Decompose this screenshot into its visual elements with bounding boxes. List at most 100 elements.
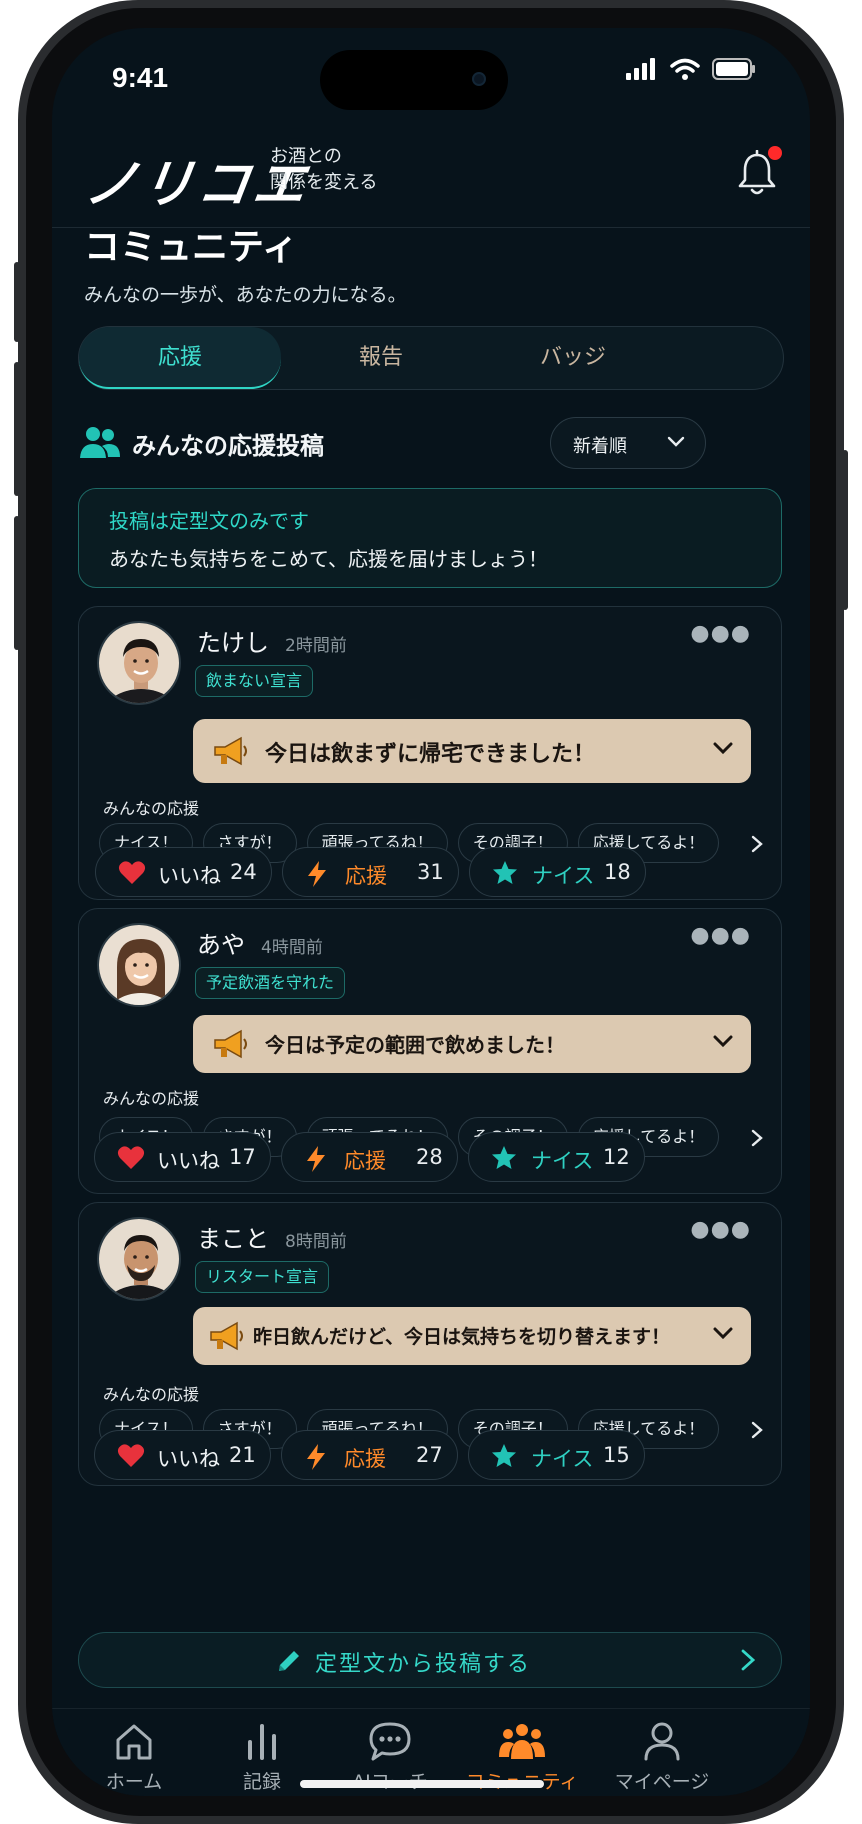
nice-label: ナイス xyxy=(531,1149,594,1173)
like-count: 17 xyxy=(229,1145,256,1169)
avatar[interactable] xyxy=(97,923,181,1007)
nice-count: 18 xyxy=(604,860,631,884)
heart-icon xyxy=(117,1146,145,1169)
signal-icon xyxy=(626,58,655,80)
megaphone-icon xyxy=(214,1029,247,1059)
sort-dropdown[interactable]: 新着順 xyxy=(550,417,706,469)
app-tagline: お酒との 関係を変える xyxy=(270,144,377,196)
like-label: いいね xyxy=(157,1149,220,1173)
lightning-icon xyxy=(308,861,326,887)
cheer-action-label: 応援 xyxy=(344,1447,386,1471)
nice-button[interactable]: ナイス 12 xyxy=(468,1132,645,1182)
home-indicator xyxy=(300,1780,544,1788)
sort-label: 新着順 xyxy=(573,436,627,457)
community-icon xyxy=(499,1724,545,1759)
post-time: 4時間前 xyxy=(261,938,323,958)
chevron-down-icon xyxy=(713,742,733,755)
like-button[interactable]: いいね 24 xyxy=(95,847,272,897)
cheer-count: 31 xyxy=(417,860,444,884)
heart-icon xyxy=(117,1444,145,1467)
cheer-button[interactable]: 応援 31 xyxy=(282,847,459,897)
dynamic-island xyxy=(320,50,508,110)
cheer-label: みんなの応援 xyxy=(103,1385,200,1404)
status-time: 9:41 xyxy=(112,62,169,93)
post-tag: 予定飲酒を守れた xyxy=(195,967,346,999)
chevron-right-icon[interactable] xyxy=(751,1129,763,1147)
post-time: 8時間前 xyxy=(285,1232,347,1252)
page-subtitle: みんなの一歩が、あなたの力になる。 xyxy=(84,284,407,306)
post-message[interactable]: 昨日飲んだけど、今日は気持ちを切り替えます！ xyxy=(193,1307,751,1365)
chart-icon xyxy=(248,1724,276,1760)
like-label: いいね xyxy=(158,864,221,888)
cheer-label: みんなの応援 xyxy=(103,1089,200,1108)
power-button xyxy=(842,450,848,610)
post-message[interactable]: 今日は予定の範囲で飲めました！ xyxy=(193,1015,751,1073)
volume-up-button xyxy=(14,362,20,496)
status-icons xyxy=(626,58,756,80)
home-icon xyxy=(116,1724,152,1760)
volume-down-button xyxy=(14,516,20,650)
tagline-line-2: 関係を変える xyxy=(270,172,378,193)
user-name: あや xyxy=(197,931,245,959)
reaction-buttons: いいね 17 応援 28 ナイス 12 xyxy=(94,1132,645,1182)
cheer-count: 27 xyxy=(416,1443,443,1467)
cheer-button[interactable]: 応援 27 xyxy=(281,1430,458,1480)
chevron-down-icon xyxy=(713,1035,733,1048)
cheer-label: みんなの応援 xyxy=(103,799,200,818)
cheer-count: 28 xyxy=(416,1145,443,1169)
user-name: まこと xyxy=(197,1225,269,1253)
like-button[interactable]: いいね 17 xyxy=(94,1132,271,1182)
nice-button[interactable]: ナイス 18 xyxy=(469,847,646,897)
tab-report[interactable]: 報告 xyxy=(281,327,481,389)
star-icon xyxy=(492,1146,516,1169)
more-options-icon[interactable]: ●●● xyxy=(690,1217,751,1242)
nice-label: ナイス xyxy=(532,864,595,888)
reaction-buttons: いいね 21 応援 27 ナイス 15 xyxy=(94,1430,645,1480)
avatar[interactable] xyxy=(97,1217,181,1301)
tab-badge[interactable]: バッジ xyxy=(481,327,665,389)
chevron-down-icon xyxy=(667,436,685,447)
cheer-button[interactable]: 応援 28 xyxy=(281,1132,458,1182)
app-header: ノリコエ お酒との 関係を変える xyxy=(52,128,810,228)
compose-post-button[interactable]: 定型文から投稿する xyxy=(78,1632,782,1688)
chevron-right-icon[interactable] xyxy=(751,1421,763,1439)
post-message-text: 昨日飲んだけど、今日は気持ちを切り替えます！ xyxy=(253,1326,671,1348)
nav-home-label: ホーム xyxy=(105,1771,163,1793)
camera-dot xyxy=(472,72,486,86)
app-screen: 9:41 ノリコエ お酒との 関係を変える コミュニティ みんなの一歩が、あなた… xyxy=(52,28,810,1796)
like-label: いいね xyxy=(157,1447,220,1471)
tab-cheer[interactable]: 応援 xyxy=(79,327,281,389)
notice-title: 投稿は定型文のみです xyxy=(109,509,309,533)
wifi-icon xyxy=(670,58,700,80)
lightning-icon xyxy=(307,1146,325,1172)
chevron-right-icon[interactable] xyxy=(751,835,763,853)
nav-mypage-label: マイページ xyxy=(614,1771,710,1793)
cheer-action-label: 応援 xyxy=(344,1149,386,1173)
segmented-tabs: 応援 報告 バッジ xyxy=(78,326,784,390)
person-icon xyxy=(644,1722,680,1761)
like-button[interactable]: いいね 21 xyxy=(94,1430,271,1480)
more-options-icon[interactable]: ●●● xyxy=(690,621,751,646)
star-icon xyxy=(492,1444,516,1467)
tagline-line-1: お酒との xyxy=(270,146,342,167)
nav-mypage[interactable]: マイページ xyxy=(592,1719,732,1794)
user-name: たけし xyxy=(197,629,269,657)
like-count: 21 xyxy=(229,1443,256,1467)
nav-home[interactable]: ホーム xyxy=(64,1719,204,1794)
chevron-down-icon xyxy=(713,1327,733,1340)
notice-box: 投稿は定型文のみです あなたも気持ちをこめて、応援を届けましょう！ xyxy=(78,488,782,588)
post-message[interactable]: 今日は飲まずに帰宅できました！ xyxy=(193,719,751,783)
mute-switch xyxy=(14,262,20,342)
post-time: 2時間前 xyxy=(285,636,347,656)
avatar[interactable] xyxy=(97,621,181,705)
notification-badge xyxy=(768,146,782,160)
nice-count: 15 xyxy=(603,1443,630,1467)
chat-icon xyxy=(369,1722,411,1761)
lightning-icon xyxy=(307,1444,325,1470)
pencil-icon xyxy=(279,1651,299,1671)
nice-count: 12 xyxy=(603,1145,630,1169)
megaphone-icon xyxy=(210,1321,243,1351)
nice-button[interactable]: ナイス 15 xyxy=(468,1430,645,1480)
battery-icon xyxy=(712,58,755,80)
more-options-icon[interactable]: ●●● xyxy=(690,923,751,948)
